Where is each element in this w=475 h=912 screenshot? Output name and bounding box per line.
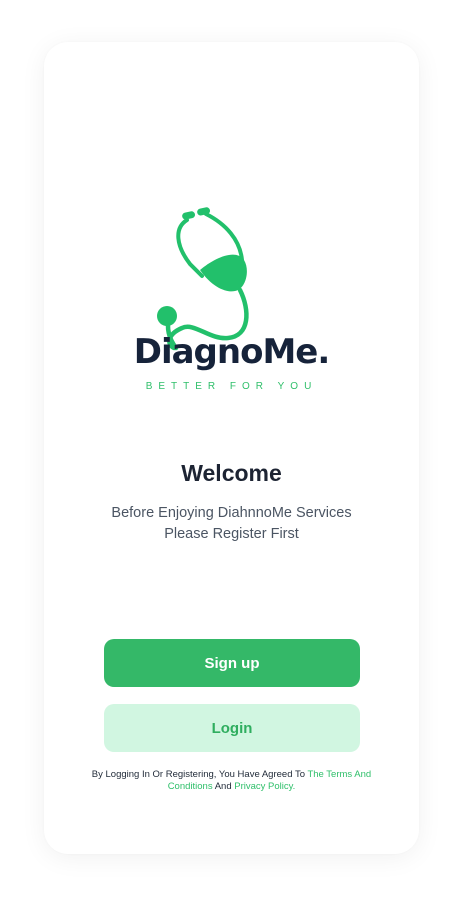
welcome-title: Welcome [181, 460, 282, 486]
brand-tagline: BETTER FOR YOU [145, 381, 318, 392]
privacy-policy-link[interactable]: Privacy Policy. [234, 781, 295, 792]
legal-notice: By Logging In Or Registering, You Have A… [74, 769, 389, 793]
legal-notice-connector: And [212, 781, 235, 792]
welcome-subtitle: Before Enjoying DiahnnoMe Services Pleas… [44, 503, 419, 545]
login-button[interactable]: Login [104, 704, 360, 752]
app-screen: DiagnoMe. BETTER FOR YOU Welcome Before … [44, 42, 419, 854]
signup-button[interactable]: Sign up [104, 639, 360, 687]
brand-name: DiagnoMe. [133, 332, 331, 372]
legal-notice-text: By Logging In Or Registering, You Have A… [91, 769, 308, 780]
welcome-subtitle-line-2: Please Register First [164, 526, 299, 542]
welcome-subtitle-line-1: Before Enjoying DiahnnoMe Services [111, 505, 352, 521]
